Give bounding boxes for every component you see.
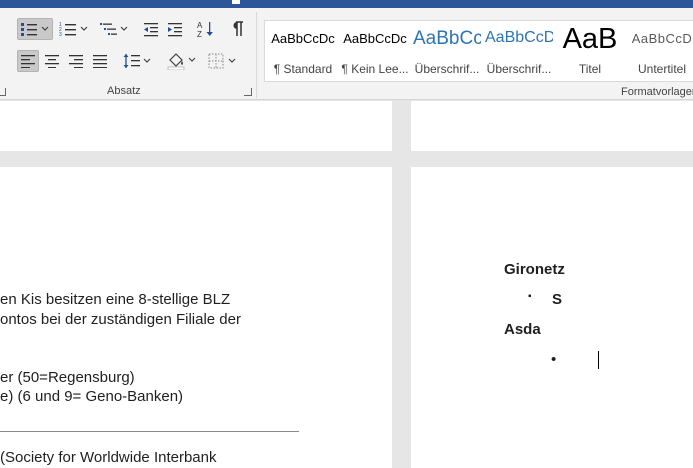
styles-group-label: Formatvorlagen (621, 86, 693, 98)
style-no-spacing[interactable]: AaBbCcDc ¶ Kein Lee... (341, 21, 409, 81)
bullet-marker: • (551, 351, 557, 368)
numbering-button[interactable]: 1 2 3 (56, 18, 92, 40)
title-bar-tab-edge (232, 0, 240, 4)
horizontal-rule (0, 431, 299, 432)
style-name: Überschrif... (486, 62, 552, 76)
pilcrow-icon (230, 21, 244, 37)
align-right-icon (68, 54, 84, 68)
justify-icon (92, 54, 108, 68)
style-title[interactable]: AaB Titel (557, 21, 623, 81)
heading-gironetz: Gironetz (504, 261, 565, 278)
increase-indent-button[interactable] (164, 18, 186, 40)
style-preview: AaB (562, 23, 618, 55)
bullet-text: S (552, 291, 563, 308)
numbering-icon: 1 2 3 (59, 21, 89, 37)
text-line: ontos bei der zuständigen Filiale der (0, 311, 241, 328)
style-preview: AaBbCcD (485, 29, 553, 46)
sort-button[interactable]: A Z (194, 18, 216, 40)
page-right[interactable]: Gironetz ▪ S Asda • (411, 167, 693, 468)
align-left-icon (20, 54, 36, 68)
page-top-right (411, 101, 693, 151)
decrease-indent-icon (143, 21, 159, 37)
text-line: en Kis besitzen eine 8-stellige BLZ (0, 291, 231, 308)
decrease-indent-button[interactable] (140, 18, 162, 40)
svg-text:Z: Z (197, 30, 202, 38)
style-standard[interactable]: AaBbCcDc ¶ Standard (269, 21, 337, 81)
style-name: Untertitel (637, 62, 687, 76)
align-right-button[interactable] (65, 50, 87, 72)
borders-button[interactable] (204, 50, 240, 72)
shading-button[interactable] (164, 50, 200, 72)
borders-icon (207, 53, 237, 69)
document-canvas: en Kis besitzen eine 8-stellige BLZ onto… (0, 101, 693, 468)
styles-gallery: AaBbCcDc ¶ Standard AaBbCcDc ¶ Kein Lee.… (264, 20, 693, 82)
sort-az-icon: A Z (196, 20, 214, 38)
svg-text:A: A (197, 21, 203, 30)
line-spacing-button[interactable] (119, 50, 155, 72)
style-preview: AaBbCcDc (271, 31, 335, 46)
heading-asda: Asda (504, 321, 541, 338)
page-left[interactable]: en Kis besitzen eine 8-stellige BLZ onto… (0, 167, 392, 468)
multilevel-list-icon (99, 21, 129, 37)
style-heading-2[interactable]: AaBbCcD Überschrif... (485, 21, 553, 81)
ribbon: 1 2 3 A Z Absatz AaBbCcDc ¶ Standard AaB… (0, 8, 693, 100)
style-preview: AaBbCcDc (343, 31, 407, 46)
page-top-left (0, 101, 392, 151)
title-bar (0, 0, 693, 8)
text-cursor (598, 351, 599, 369)
align-center-button[interactable] (41, 50, 63, 72)
show-formatting-marks-button[interactable] (226, 18, 248, 40)
align-left-button[interactable] (17, 50, 39, 72)
bullet-marker: ▪ (528, 291, 532, 302)
paragraph-group-label: Absatz (107, 85, 141, 97)
style-name: Titel (578, 62, 602, 76)
style-preview: AaBbCc (413, 28, 481, 49)
text-line: e) (6 und 9= Geno-Banken) (0, 388, 184, 405)
style-preview: AaBbCcD (631, 31, 693, 46)
justify-button[interactable] (89, 50, 111, 72)
bullets-icon (20, 21, 50, 37)
increase-indent-icon (167, 21, 183, 37)
group-separator (256, 12, 257, 98)
text-line: (Society for Worldwide Interbank (0, 449, 217, 466)
align-center-icon (44, 54, 60, 68)
style-subtitle[interactable]: AaBbCcD Untertitel (627, 21, 693, 81)
bullets-button[interactable] (17, 18, 53, 40)
style-name: ¶ Kein Lee... (341, 62, 409, 76)
multilevel-list-button[interactable] (96, 18, 132, 40)
font-group-launcher-icon[interactable] (0, 88, 6, 96)
text-line: er (50=Regensburg) (0, 369, 135, 386)
shading-bucket-icon (167, 52, 197, 70)
style-heading-1[interactable]: AaBbCc Überschrif... (413, 21, 481, 81)
style-name: Überschrif... (414, 62, 480, 76)
paragraph-group-launcher-icon[interactable] (244, 88, 252, 96)
style-name: ¶ Standard (273, 62, 333, 76)
line-spacing-icon (122, 53, 152, 69)
svg-text:3: 3 (59, 32, 62, 37)
